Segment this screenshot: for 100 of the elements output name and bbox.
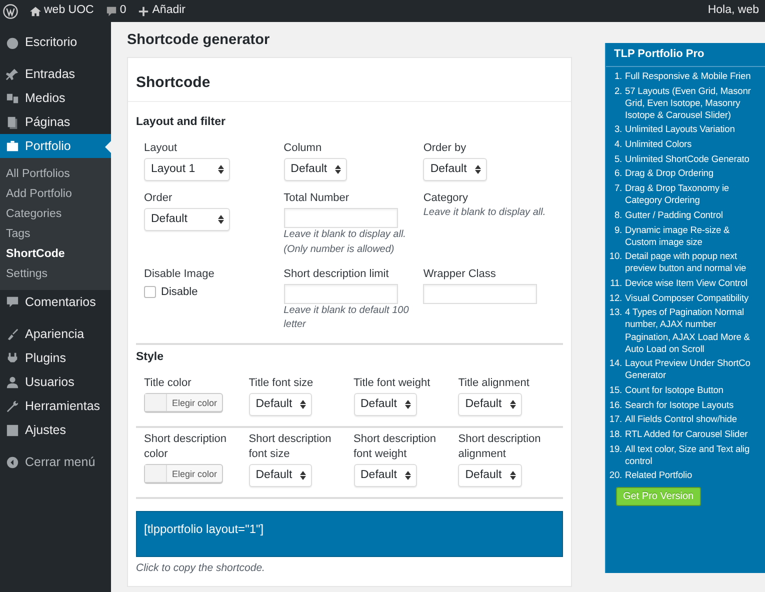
checkbox[interactable] (144, 286, 156, 298)
feature-text: All Fields Control show/hide (625, 413, 737, 426)
text-input-field[interactable] (284, 208, 398, 228)
menu-icon (6, 424, 19, 436)
feature-number: 3. (613, 123, 622, 136)
up-down-arrows-icon (474, 165, 481, 174)
feature-text: Drag & Drop Taxonomy ie Category Ordering (625, 182, 730, 206)
feature-number: 20. (608, 469, 622, 482)
sidebar-item[interactable]: Páginas (0, 110, 111, 134)
sidebar-item[interactable]: Ajustes (0, 418, 111, 442)
menu-icon (6, 92, 19, 104)
feature-text: Device wise Item View Control (625, 277, 748, 290)
field-label: Short description color (144, 432, 228, 462)
new-link[interactable]: Añadir (152, 2, 186, 20)
dropdown[interactable]: Default (284, 158, 348, 182)
panel-title: Shortcode (128, 58, 571, 102)
feature-number: 4. (613, 138, 622, 150)
comment-count[interactable]: 0 (120, 2, 126, 20)
field-label: Total Number (284, 191, 350, 206)
collapse-menu-button[interactable]: Cerrar menú (0, 450, 111, 474)
menu-icon (6, 296, 19, 308)
field-label: Short description font weight (354, 432, 438, 462)
text-input-field[interactable] (423, 284, 538, 304)
feature-text: RTL Added for Carousel Slider (625, 428, 748, 440)
feature-text: Drag & Drop Ordering (625, 167, 714, 180)
up-down-arrows-icon (335, 165, 342, 174)
sidebar-item[interactable]: Entradas (0, 62, 111, 86)
color-picker-button[interactable]: Elegir color (144, 393, 224, 412)
feature-number: 17. (608, 413, 622, 426)
submenu-item[interactable]: ShortCode (0, 244, 111, 264)
text-input-field[interactable] (284, 284, 398, 304)
feature-text: Full Responsive & Mobile Frien (625, 70, 751, 82)
feature-number: 2. (613, 84, 622, 98)
up-down-arrows-icon (300, 400, 306, 410)
dropdown[interactable]: Default (354, 464, 417, 488)
sidebar-item[interactable]: Portfolio (0, 134, 111, 158)
feature-text: Dynamic image Re-size & Custom image size (625, 224, 731, 248)
field-label: Order by (423, 141, 468, 156)
home-icon (30, 6, 41, 16)
submenu-item[interactable]: All Portfolios (0, 164, 111, 184)
field-label: Short description alignment (458, 432, 542, 462)
feature-text: Count for Isotope Button (625, 384, 724, 396)
submenu-item[interactable]: Add Portfolio (0, 184, 111, 204)
feature-number: 9. (613, 224, 622, 236)
help-text: Leave it blank to display all. (423, 206, 547, 220)
up-down-arrows-icon (404, 471, 411, 480)
dropdown[interactable]: Default (144, 208, 230, 232)
up-down-arrows-icon (300, 471, 306, 480)
menu-icon (6, 376, 19, 388)
feature-number: 15. (608, 384, 622, 396)
feature-text: Gutter / Padding Control (625, 208, 723, 221)
feature-number: 12. (608, 292, 622, 304)
sidebar-item[interactable]: Apariencia (0, 322, 111, 346)
submenu-item[interactable]: Settings (0, 264, 111, 284)
sidebar-item[interactable]: Herramientas (0, 394, 111, 418)
field-label: Wrapper Class (423, 267, 497, 282)
greeting-link[interactable]: Hola, web (708, 2, 762, 20)
field-label: Column (284, 141, 323, 156)
feature-number: 5. (613, 152, 622, 165)
feature-number: 8. (613, 208, 622, 221)
site-name-link[interactable]: web UOC (44, 2, 94, 20)
up-down-arrows-icon (218, 165, 224, 174)
menu-icon (6, 328, 19, 340)
dropdown[interactable]: Layout 1 (144, 158, 230, 182)
field-label: Category (423, 191, 469, 206)
plus-icon (138, 6, 150, 16)
menu-icon (6, 36, 19, 48)
up-down-arrows-icon (218, 215, 224, 224)
feature-text: 4 Types of Pagination Normal number, AJAX number Pagination, AJAX Load More & Auto Load on Scroll (625, 306, 751, 355)
dropdown[interactable]: Default (458, 464, 522, 488)
field-label: Order (144, 191, 174, 206)
sidebar-item[interactable]: Usuarios (0, 370, 111, 394)
dropdown[interactable]: Default (423, 158, 487, 182)
menu-icon (6, 352, 19, 364)
dropdown[interactable]: Default (248, 393, 312, 416)
sidebar-item[interactable]: Plugins (0, 346, 111, 370)
field-label: Layout (144, 141, 178, 156)
dropdown[interactable]: Default (354, 393, 417, 416)
dropdown[interactable]: Default (248, 464, 312, 488)
feature-number: 6. (613, 167, 622, 180)
sidebar-item[interactable]: Comentarios (0, 290, 111, 314)
copy-hint-text: Click to copy the shortcode. (136, 561, 266, 576)
color-picker-button[interactable]: Elegir color (144, 464, 224, 483)
field-label: Title color (144, 376, 192, 392)
field-label: Title font size (248, 376, 314, 392)
submenu-item[interactable]: Tags (0, 224, 111, 244)
up-down-arrows-icon (510, 471, 516, 480)
sidebar-item[interactable]: Medios (0, 86, 111, 110)
field-label: Short description font size (248, 432, 332, 462)
dropdown[interactable]: Default (458, 393, 522, 416)
submenu-item[interactable]: Categories (0, 204, 111, 224)
feature-text: Unlimited ShortCode Generato (625, 152, 750, 165)
sidebar-item[interactable]: Escritorio (0, 30, 111, 54)
shortcode-output-box[interactable]: [tlpportfolio layout="1"] (136, 511, 563, 558)
menu-icon (6, 140, 19, 152)
feature-text: Detail page with popup next preview button and normal vie (625, 250, 748, 274)
feature-text: Visual Composer Compatibility (625, 292, 749, 304)
feature-text: Layout Preview Under ShortCo Generator (625, 357, 752, 382)
feature-number: 10. (608, 250, 622, 264)
feature-number: 1. (613, 70, 622, 82)
